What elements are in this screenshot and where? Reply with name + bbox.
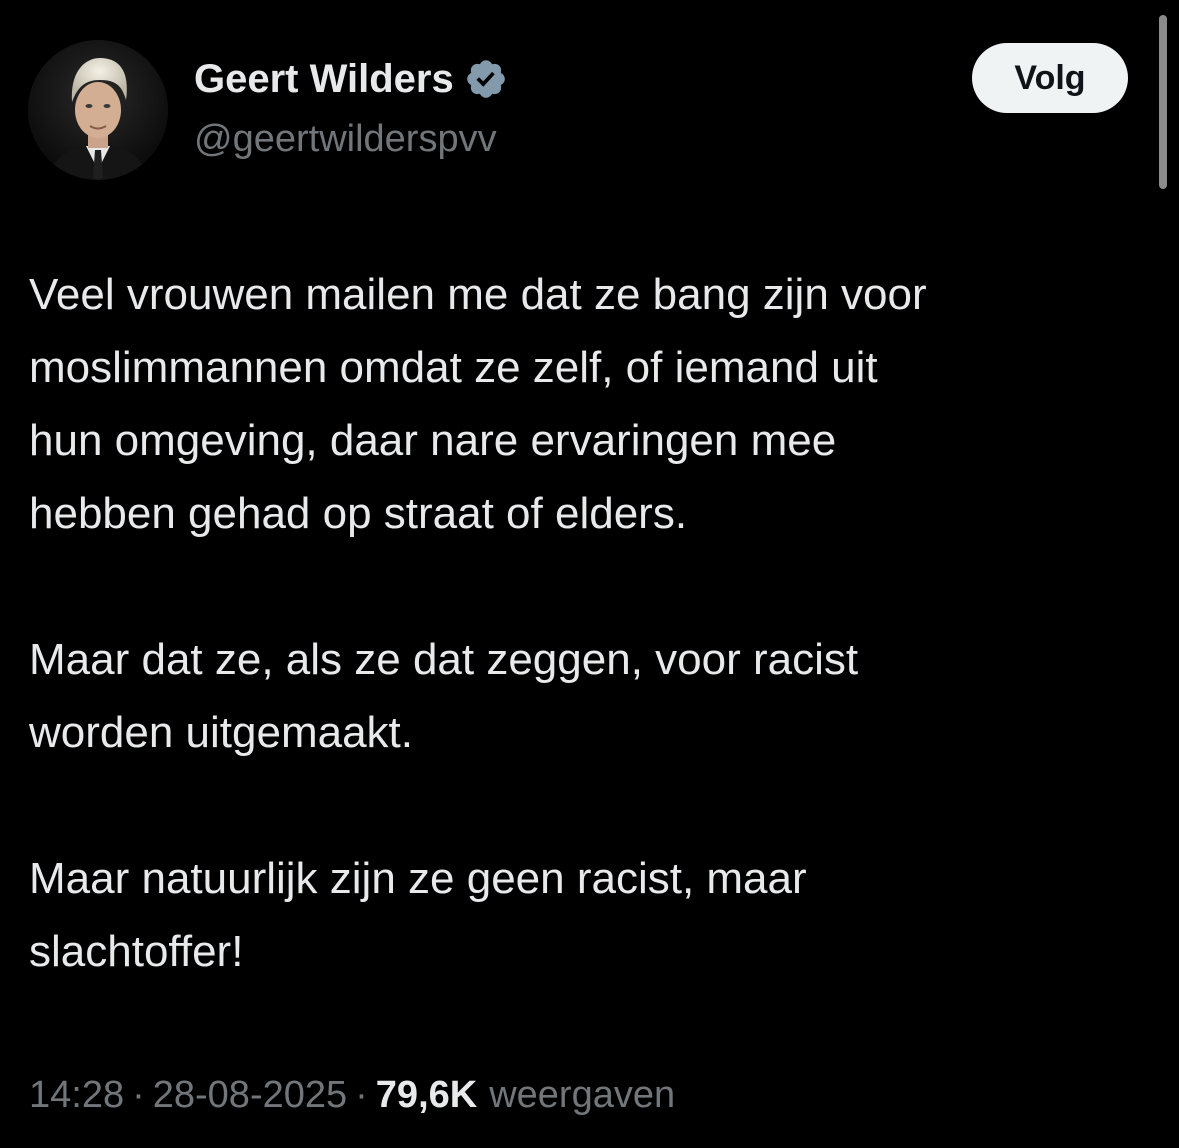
tweet-line: Maar natuurlijk zijn ze geen racist, maa…: [29, 854, 807, 903]
tweet-date[interactable]: 28-08-2025: [153, 1067, 347, 1123]
tweet-line: Maar dat ze, als ze dat zeggen, voor rac…: [29, 635, 859, 684]
tweet-paragraph: Maar dat ze, als ze dat zeggen, voor rac…: [29, 623, 1149, 769]
avatar[interactable]: [28, 40, 168, 180]
author-display-name[interactable]: Geert Wilders: [194, 57, 454, 102]
views-label: weergaven: [489, 1074, 676, 1116]
tweet-line: slachtoffer!: [29, 927, 244, 976]
follow-button[interactable]: Volg: [972, 43, 1128, 113]
author-handle[interactable]: @geertwilderspvv: [194, 118, 497, 161]
tweet-paragraph: Veel vrouwen mailen me dat ze bang zijn …: [29, 258, 1149, 550]
tweet-line: hebben gehad op straat of elders.: [29, 489, 688, 538]
tweet-time[interactable]: 14:28: [29, 1067, 124, 1123]
tweet-line: worden uitgemaakt.: [29, 708, 413, 757]
author-name-row: Geert Wilders: [194, 52, 508, 106]
tweet-line: Veel vrouwen mailen me dat ze bang zijn …: [29, 270, 927, 319]
scrollbar[interactable]: [1159, 15, 1167, 189]
verified-badge-icon[interactable]: [464, 57, 508, 101]
tweet-text: Veel vrouwen mailen me dat ze bang zijn …: [29, 258, 1149, 988]
tweet-paragraph: Maar natuurlijk zijn ze geen racist, maa…: [29, 842, 1149, 988]
avatar-portrait-image: [28, 40, 168, 180]
tweet-meta: 14:28 · 28-08-2025 · 79,6K weergaven: [29, 1067, 675, 1123]
views-count[interactable]: 79,6K: [376, 1067, 477, 1123]
tweet-line: moslimmannen omdat ze zelf, of iemand ui…: [29, 343, 878, 392]
tweet-line: hun omgeving, daar nare ervaringen mee: [29, 416, 837, 465]
meta-separator: ·: [355, 1074, 368, 1116]
meta-separator: ·: [132, 1074, 145, 1116]
